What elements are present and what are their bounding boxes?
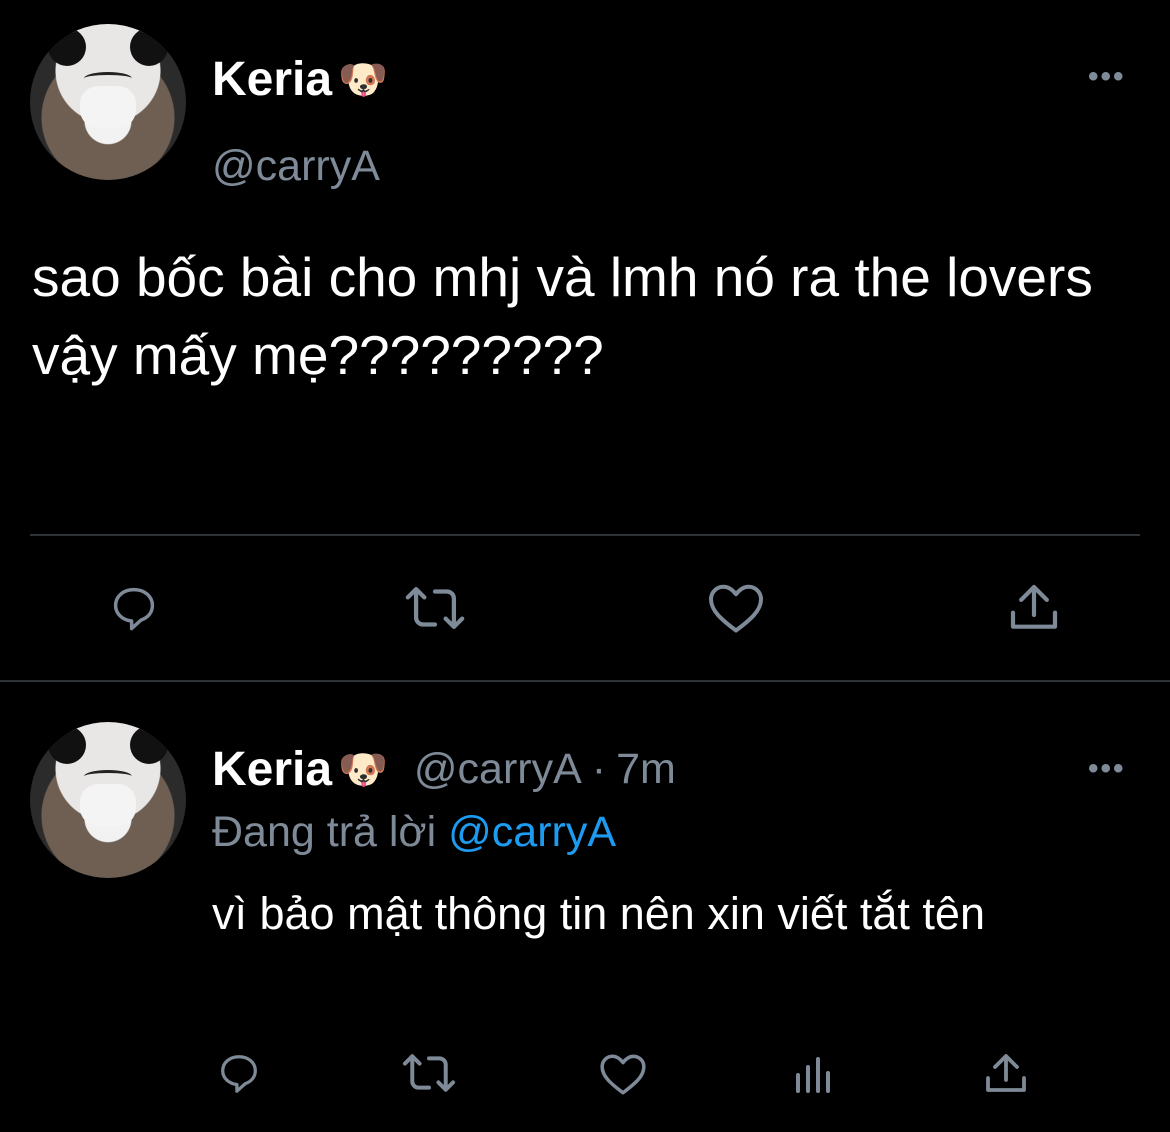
replying-to-line: Đang trả lời @carryA <box>212 808 616 857</box>
author-name-text: Keria <box>212 53 333 106</box>
reply-author-avatar[interactable] <box>30 722 186 878</box>
analytics-icon[interactable] <box>790 1052 834 1098</box>
author-name[interactable]: Keria 🐶 <box>212 52 388 107</box>
avatar-hat-left <box>48 726 86 764</box>
avatar-eyes <box>84 72 132 85</box>
tweet-divider <box>30 534 1140 536</box>
section-divider <box>0 680 1170 682</box>
reply-icon[interactable] <box>212 1048 266 1098</box>
reply-text: vì bảo mật thông tin nên xin viết tắt tê… <box>212 888 985 939</box>
more-options-icon[interactable]: ••• <box>1088 60 1126 94</box>
avatar-hat-right <box>130 726 168 764</box>
reply-icon[interactable] <box>102 580 166 636</box>
like-icon[interactable] <box>704 578 768 638</box>
tweet-text: sao bốc bài cho mhj và lmh nó ra the lov… <box>32 246 1093 386</box>
avatar-mask <box>80 86 136 128</box>
avatar-eyes <box>84 770 132 783</box>
retweet-icon[interactable] <box>400 1048 458 1098</box>
reply-author-name[interactable]: Keria 🐶 <box>212 742 388 797</box>
dog-emoji-icon: 🐶 <box>338 57 388 102</box>
reply-author-handle[interactable]: @carryA <box>414 745 582 794</box>
like-icon[interactable] <box>596 1048 650 1100</box>
replying-to-link[interactable]: @carryA <box>448 808 616 856</box>
reply-header: Keria 🐶 @carryA · 7m <box>212 742 676 797</box>
time-separator: · <box>591 745 607 793</box>
author-handle[interactable]: @carryA <box>212 142 380 191</box>
avatar-mask <box>80 784 136 826</box>
share-icon[interactable] <box>980 1048 1032 1100</box>
reply-timestamp[interactable]: 7m <box>616 745 676 794</box>
share-icon[interactable] <box>1004 578 1064 638</box>
dog-emoji-icon: 🐶 <box>338 747 388 792</box>
replying-to-label: Đang trả lời <box>212 808 437 856</box>
reply-more-options-icon[interactable]: ••• <box>1088 752 1126 786</box>
avatar-hat-right <box>130 28 168 66</box>
reply-author-name-text: Keria <box>212 743 333 796</box>
author-avatar[interactable] <box>30 24 186 180</box>
avatar-hat-left <box>48 28 86 66</box>
retweet-icon[interactable] <box>400 580 470 636</box>
